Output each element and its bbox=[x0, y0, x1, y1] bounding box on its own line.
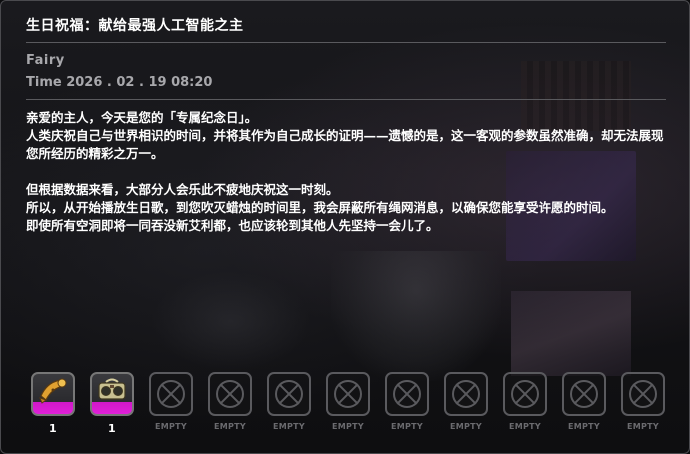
mail-timestamp: Time 2026 . 02 . 19 08:20 bbox=[26, 75, 213, 90]
attachment-slot[interactable]: 1 bbox=[90, 372, 134, 435]
mail-paragraph: 人类庆祝自己与世界相识的时间，并将其作为自己成长的证明——遗憾的是，这一客观的参… bbox=[26, 128, 664, 161]
empty-label: EMPTY bbox=[213, 422, 247, 431]
attachment-slot: EMPTY bbox=[149, 372, 193, 431]
item-frame bbox=[267, 372, 311, 416]
empty-label: EMPTY bbox=[508, 422, 542, 431]
mail-title: 生日祝福：献给最强人工智能之主 bbox=[26, 18, 244, 34]
empty-label: EMPTY bbox=[567, 422, 601, 431]
attachment-slot: EMPTY bbox=[562, 372, 606, 431]
empty-label: EMPTY bbox=[626, 422, 660, 431]
attachment-slot: EMPTY bbox=[326, 372, 370, 431]
item-frame bbox=[385, 372, 429, 416]
attachment-slot: EMPTY bbox=[385, 372, 429, 431]
empty-slot-icon bbox=[334, 380, 362, 408]
background-art bbox=[151, 271, 311, 371]
empty-slot-icon bbox=[157, 380, 185, 408]
background-art bbox=[511, 291, 631, 376]
empty-slot-icon bbox=[452, 380, 480, 408]
mail-paragraph: 即使所有空洞即将一同吞没新艾利都，也应该轮到其他人先坚持一会儿了。 bbox=[26, 218, 439, 233]
empty-slot-icon bbox=[275, 380, 303, 408]
empty-slot-icon bbox=[216, 380, 244, 408]
attachment-slot: EMPTY bbox=[267, 372, 311, 431]
attachment-slot: EMPTY bbox=[621, 372, 665, 431]
attachment-slot: EMPTY bbox=[208, 372, 252, 431]
item-frame bbox=[621, 372, 665, 416]
mail-paragraph: 所以，从开始播放生日歌，到您吹灭蜡烛的时间里，我会屏蔽所有绳网消息，以确保您能享… bbox=[26, 200, 614, 215]
mail-body: 亲爱的主人，今天是您的「专属纪念日」。 人类庆祝自己与世界相识的时间，并将其作为… bbox=[26, 109, 671, 235]
empty-slot-icon bbox=[511, 380, 539, 408]
item-count: 1 bbox=[49, 422, 57, 435]
item-frame bbox=[326, 372, 370, 416]
item-frame bbox=[444, 372, 488, 416]
empty-slot-icon bbox=[570, 380, 598, 408]
empty-label: EMPTY bbox=[390, 422, 424, 431]
empty-slot-icon bbox=[393, 380, 421, 408]
attachment-slot[interactable]: 1 bbox=[31, 372, 75, 435]
item-count: 1 bbox=[108, 422, 116, 435]
attachment-slot: EMPTY bbox=[503, 372, 547, 431]
empty-label: EMPTY bbox=[272, 422, 306, 431]
attachment-slots: 1 1 EMPTY EMPTY EMPTY EMPTY EMPTY EMPTY … bbox=[31, 372, 671, 442]
mail-sender: Fairy bbox=[26, 53, 65, 68]
item-frame[interactable] bbox=[31, 372, 75, 416]
divider bbox=[26, 42, 666, 43]
mail-paragraph: 亲爱的主人，今天是您的「专属纪念日」。 bbox=[26, 110, 258, 125]
item-frame bbox=[149, 372, 193, 416]
empty-slot-icon bbox=[629, 380, 657, 408]
mail-window: 生日祝福：献给最强人工智能之主 Fairy Time 2026 . 02 . 1… bbox=[0, 0, 690, 454]
boombox-item-icon bbox=[98, 378, 126, 400]
empty-label: EMPTY bbox=[331, 422, 365, 431]
item-frame bbox=[503, 372, 547, 416]
background-art bbox=[331, 251, 501, 381]
attachment-slot: EMPTY bbox=[444, 372, 488, 431]
item-frame bbox=[208, 372, 252, 416]
empty-label: EMPTY bbox=[154, 422, 188, 431]
mail-paragraph: 但根据数据来看，大部分人会乐此不疲地庆祝这一时刻。 bbox=[26, 182, 339, 197]
item-frame[interactable] bbox=[90, 372, 134, 416]
empty-label: EMPTY bbox=[449, 422, 483, 431]
divider bbox=[26, 99, 666, 100]
item-frame bbox=[562, 372, 606, 416]
golden-horn-item-icon bbox=[39, 378, 67, 404]
